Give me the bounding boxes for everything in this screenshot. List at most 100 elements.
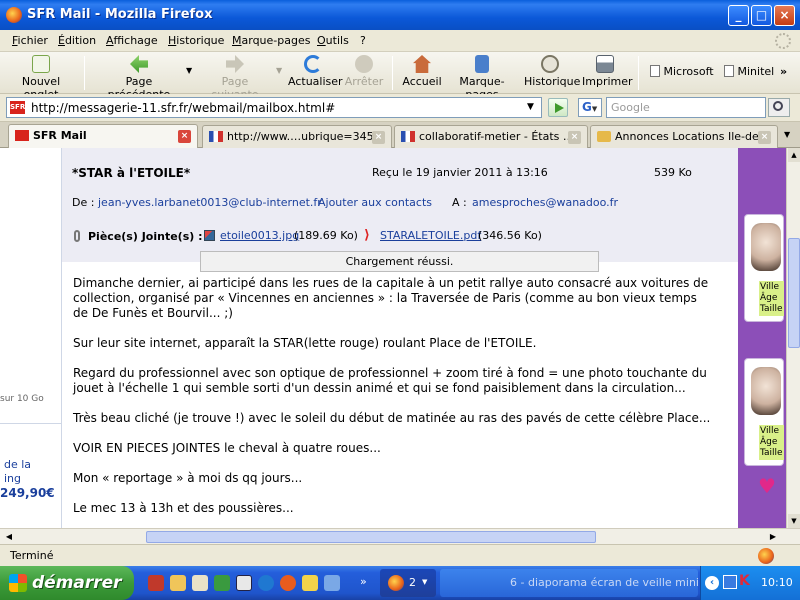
windows-logo-icon (9, 574, 27, 592)
quicklaunch-icon[interactable] (214, 575, 230, 591)
ad-card[interactable]: Ville Âge Taille (744, 358, 784, 466)
quicklaunch-icon[interactable] (324, 575, 340, 591)
reload-icon (304, 55, 322, 73)
menu-historique[interactable]: Historique (168, 34, 224, 47)
firefox-status-icon[interactable] (758, 548, 774, 564)
attachment-pdf-link[interactable]: STARALETOILE.pdf (380, 229, 481, 242)
navigation-toolbar: Nouvel onglet Page précédente ▼ Page sui… (0, 52, 800, 101)
printer-icon (596, 55, 614, 73)
close-tab-icon[interactable]: × (178, 130, 191, 143)
taskbar-firefox-group[interactable]: 2 ▼ (380, 569, 436, 597)
promo-line-1[interactable]: de la (4, 458, 31, 471)
to-label: A : (452, 196, 467, 209)
magnifier-icon (773, 101, 783, 111)
menu-outils[interactable]: Outils (317, 34, 349, 47)
window-icon[interactable] (236, 575, 252, 591)
quicklaunch-more[interactable]: » (360, 575, 367, 588)
tray-expand-icon[interactable]: ‹ (705, 576, 719, 590)
scroll-down-button[interactable]: ▼ (788, 514, 800, 528)
close-tab-icon[interactable]: × (758, 131, 771, 144)
page-icon (724, 65, 734, 77)
attachment-pdf-size: (346.56 Ko) (478, 229, 542, 242)
clock: 10:10 (761, 576, 793, 589)
ad-card[interactable]: Ville Âge Taille (744, 214, 784, 322)
ie-icon[interactable] (258, 575, 274, 591)
promo-price[interactable]: 249,90€ (0, 486, 55, 500)
tab-list-icon[interactable]: ▼ (784, 130, 790, 139)
loading-notice: Chargement réussi. (200, 251, 599, 272)
firefox-icon (388, 575, 404, 591)
taskbar-window-button[interactable]: 6 - diaporama écran de veille ministère (440, 569, 698, 597)
go-button[interactable] (548, 98, 568, 117)
close-tab-icon[interactable]: × (372, 131, 385, 144)
bookmark-minitel[interactable]: Minitel (724, 65, 774, 78)
new-tab-icon (32, 55, 50, 73)
stop-button[interactable]: Arrêter (344, 55, 384, 88)
scroll-thumb[interactable] (788, 238, 800, 348)
tab-sfr-mail[interactable]: SFR Mail × (8, 124, 198, 149)
document-icon[interactable] (192, 575, 208, 591)
firefox-icon (6, 7, 22, 23)
reload-button[interactable]: Actualiser (288, 55, 343, 88)
from-address[interactable]: jean-yves.larbanet0013@club-internet.fr (98, 196, 322, 209)
bookmark-microsoft[interactable]: Microsoft (650, 65, 714, 78)
search-engine-selector[interactable]: G▼ (578, 98, 602, 117)
start-button[interactable]: démarrer (0, 566, 134, 600)
firefox-launch-icon[interactable] (280, 575, 296, 591)
menu-marque-pages[interactable]: Marque-pages (232, 34, 310, 47)
url-input[interactable]: SFR http://messagerie-11.sfr.fr/webmail/… (6, 97, 542, 118)
email-size: 539 Ko (654, 166, 692, 179)
forward-history-dropdown-icon[interactable]: ▼ (276, 66, 282, 75)
add-contacts-link[interactable]: Ajouter aux contacts (318, 196, 432, 209)
network-icon[interactable] (723, 575, 737, 589)
system-tray: ‹ K 10:10 (700, 566, 800, 600)
tray-k-icon[interactable]: K (739, 573, 750, 589)
profile-photo (751, 223, 781, 271)
tab-collaboratif[interactable]: collaboratif-metier - États … × (394, 125, 588, 148)
back-history-dropdown-icon[interactable]: ▼ (186, 66, 192, 75)
home-icon (413, 55, 431, 73)
stop-icon (355, 55, 373, 73)
french-flag-icon (401, 131, 415, 142)
menu-fichier[interactable]: Fichier (12, 34, 48, 47)
tab-rubrique[interactable]: http://www.…ubrique=345 × (202, 125, 392, 148)
french-flag-icon (209, 131, 223, 142)
home-button[interactable]: Accueil (402, 55, 442, 88)
go-arrow-icon (555, 103, 564, 113)
attachment-jpg-size: (189.69 Ko) (294, 229, 358, 242)
tab-annonces[interactable]: Annonces Locations Ile-de… × (590, 125, 778, 148)
folder-icon[interactable] (170, 575, 186, 591)
scroll-left-button[interactable]: ◀ (2, 530, 16, 543)
address-bar: SFR http://messagerie-11.sfr.fr/webmail/… (0, 94, 800, 122)
close-tab-icon[interactable]: × (568, 131, 581, 144)
storage-info: sur 10 Go (0, 394, 44, 404)
close-button[interactable]: × (774, 5, 795, 26)
body-paragraph: Mon « reportage » à moi ds qq jours... (73, 471, 303, 485)
throbber-icon (775, 33, 791, 49)
page-content: sur 10 Go de la ing 249,90€ *STAR à l'ET… (0, 148, 800, 528)
search-button[interactable] (768, 98, 790, 117)
url-dropdown-icon[interactable]: ▼ (527, 102, 534, 112)
horizontal-scrollbar[interactable]: ◀ ▶ (0, 528, 800, 544)
menu-help[interactable]: ? (360, 34, 366, 47)
history-button[interactable]: Historique (524, 55, 580, 88)
to-address[interactable]: amesproches@wanadoo.fr (472, 196, 618, 209)
quicklaunch-icon[interactable] (302, 575, 318, 591)
menu-affichage[interactable]: Affichage (106, 34, 158, 47)
vertical-scrollbar[interactable]: ▲ ▼ (786, 148, 800, 528)
menu-edition[interactable]: Édition (58, 34, 96, 47)
scroll-thumb[interactable] (146, 531, 596, 543)
scroll-up-button[interactable]: ▲ (788, 148, 800, 162)
pdf-file-icon: ⟩ (364, 228, 370, 243)
maximize-button[interactable]: □ (751, 5, 772, 26)
more-bookmarks-button[interactable]: » (780, 65, 787, 78)
attachment-jpg-link[interactable]: etoile0013.jpg (220, 229, 299, 242)
quicklaunch-icon[interactable] (148, 575, 164, 591)
history-icon (541, 55, 559, 73)
promo-line-2[interactable]: ing (4, 472, 21, 485)
print-button[interactable]: Imprimer (582, 55, 633, 88)
search-input[interactable]: Google (606, 97, 766, 118)
scroll-right-button[interactable]: ▶ (766, 530, 780, 543)
minimize-button[interactable]: _ (728, 5, 749, 26)
email-header: *STAR à l'ETOILE* Reçu le 19 janvier 201… (62, 148, 738, 262)
